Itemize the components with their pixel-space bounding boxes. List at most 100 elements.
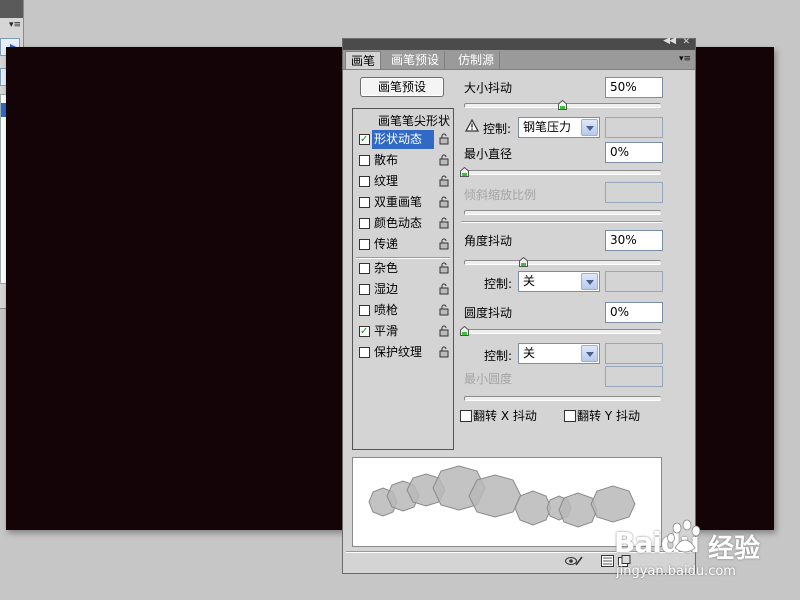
panel-tabs: 画笔 画笔预设 仿制源 ▾≡ <box>343 50 695 70</box>
dual-brush-checkbox[interactable] <box>359 197 370 208</box>
option-texture[interactable]: 纹理 <box>355 172 451 191</box>
angle-jitter-slider-thumb[interactable] <box>518 257 528 267</box>
min-diameter-slider[interactable] <box>464 170 661 175</box>
option-label: 喷枪 <box>374 303 399 317</box>
watermark-url: jingyan.baidu.com <box>616 564 736 579</box>
tab-brush-presets[interactable]: 画笔预设 <box>386 51 446 69</box>
flip-y-checkbox[interactable] <box>564 410 576 422</box>
scattering-checkbox[interactable] <box>359 155 370 166</box>
tilt-scale-input <box>605 182 663 203</box>
paw-logo-icon <box>667 519 701 553</box>
roundness-jitter-slider-thumb[interactable] <box>460 326 469 336</box>
lock-icon[interactable] <box>439 217 449 229</box>
option-transfer[interactable]: 传递 <box>355 235 451 254</box>
texture-checkbox[interactable] <box>359 176 370 187</box>
size-jitter-input[interactable]: 50% <box>605 77 663 98</box>
size-jitter-slider-thumb[interactable] <box>558 100 567 110</box>
brush-options-list: 画笔笔尖形状 形状动态 散布 纹理 双重画笔 颜色动态 <box>352 108 454 450</box>
option-label: 散布 <box>374 153 399 167</box>
collapse-icon[interactable]: ◀◀ <box>663 36 676 46</box>
lock-icon[interactable] <box>439 154 449 166</box>
lock-icon[interactable] <box>439 238 449 250</box>
angle-jitter-input[interactable]: 30% <box>605 230 663 251</box>
chevron-down-icon[interactable] <box>581 273 598 290</box>
panel-title-bar[interactable]: ◀◀ ✕ <box>343 36 695 50</box>
tilt-scale-slider <box>464 210 661 215</box>
brush-panel: ◀◀ ✕ 画笔 画笔预设 仿制源 ▾≡ 画笔预设 画笔笔尖形状 形状动态 散布 … <box>342 36 696 574</box>
roundness-control-select[interactable]: 关 <box>518 343 600 364</box>
size-jitter-label: 大小抖动 <box>464 81 513 95</box>
noise-checkbox[interactable] <box>359 263 370 274</box>
chevron-down-icon[interactable] <box>581 345 598 362</box>
lock-icon[interactable] <box>439 133 449 145</box>
option-smoothing[interactable]: 平滑 <box>355 322 451 341</box>
size-control-label: 控制: <box>483 122 512 136</box>
wet-edges-checkbox[interactable] <box>359 284 370 295</box>
option-label: 保护纹理 <box>374 345 423 359</box>
option-airbrush[interactable]: 喷枪 <box>355 301 451 320</box>
min-roundness-input <box>605 366 663 387</box>
angle-control-select[interactable]: 关 <box>518 271 600 292</box>
tilt-scale-label: 倾斜缩放比例 <box>464 188 537 202</box>
option-label: 湿边 <box>374 282 399 296</box>
lock-icon[interactable] <box>439 196 449 208</box>
lock-icon[interactable] <box>439 283 449 295</box>
option-shape-dynamics[interactable]: 形状动态 <box>355 130 451 149</box>
option-noise[interactable]: 杂色 <box>355 259 451 278</box>
option-dual-brush[interactable]: 双重画笔 <box>355 193 451 212</box>
option-label: 纹理 <box>374 174 399 188</box>
panel-menu-icon[interactable]: ▾≡ <box>679 54 691 64</box>
size-control-fade-input <box>605 117 663 138</box>
baidu-jingyan-watermark: Baidu 经验 jingyan.baidu.com <box>612 510 792 590</box>
option-color-dynamics[interactable]: 颜色动态 <box>355 214 451 233</box>
airbrush-checkbox[interactable] <box>359 305 370 316</box>
brush-presets-button[interactable]: 画笔预设 <box>360 77 444 97</box>
chevron-down-icon[interactable] <box>581 119 598 136</box>
angle-control-value: 关 <box>523 274 536 288</box>
min-diameter-input[interactable]: 0% <box>605 142 663 163</box>
panel-menu-icon[interactable]: ▾≡ <box>9 20 21 30</box>
transfer-checkbox[interactable] <box>359 239 370 250</box>
angle-control-label: 控制: <box>484 277 513 291</box>
angle-control-fade-input <box>605 271 663 292</box>
tab-clone-source[interactable]: 仿制源 <box>453 51 501 69</box>
size-control-select[interactable]: 钢笔压力 <box>518 117 600 138</box>
close-icon[interactable]: ✕ <box>682 37 690 47</box>
roundness-control-label: 控制: <box>484 349 513 363</box>
section-divider <box>461 221 663 223</box>
min-diameter-label: 最小直径 <box>464 147 513 161</box>
lock-icon[interactable] <box>439 304 449 316</box>
roundness-control-fade-input <box>605 343 663 364</box>
option-label: 平滑 <box>374 324 399 338</box>
lock-icon[interactable] <box>439 346 449 358</box>
lock-icon[interactable] <box>439 262 449 274</box>
option-protect-texture[interactable]: 保护纹理 <box>355 343 451 362</box>
min-diameter-slider-thumb[interactable] <box>460 167 469 177</box>
option-label: 颜色动态 <box>374 216 423 230</box>
lock-icon[interactable] <box>439 325 449 337</box>
smoothing-checkbox[interactable] <box>359 322 370 341</box>
min-roundness-label: 最小圆度 <box>464 372 513 386</box>
flip-x-label: 翻转 X 抖动 <box>473 409 537 423</box>
shape-dynamics-checkbox[interactable] <box>359 130 370 149</box>
watermark-cn: 经验 <box>708 534 761 564</box>
option-wet-edges[interactable]: 湿边 <box>355 280 451 299</box>
color-dynamics-checkbox[interactable] <box>359 218 370 229</box>
roundness-jitter-slider[interactable] <box>464 329 661 334</box>
option-label: 杂色 <box>374 261 399 275</box>
option-label: 传递 <box>374 237 399 251</box>
tab-brush[interactable]: 画笔 <box>345 51 382 69</box>
angle-jitter-label: 角度抖动 <box>464 234 513 248</box>
option-scattering[interactable]: 散布 <box>355 151 451 170</box>
roundness-jitter-input[interactable]: 0% <box>605 302 663 323</box>
angle-jitter-slider[interactable] <box>464 260 661 265</box>
eye-brush-icon[interactable] <box>565 555 583 567</box>
lock-icon[interactable] <box>439 175 449 187</box>
roundness-jitter-label: 圆度抖动 <box>464 306 513 320</box>
brush-tip-shape-item[interactable]: 画笔笔尖形状 <box>353 112 453 129</box>
option-label: 双重画笔 <box>374 195 423 209</box>
roundness-control-value: 关 <box>523 346 536 360</box>
flip-y-label: 翻转 Y 抖动 <box>577 409 640 423</box>
protect-texture-checkbox[interactable] <box>359 347 370 358</box>
flip-x-checkbox[interactable] <box>460 410 472 422</box>
